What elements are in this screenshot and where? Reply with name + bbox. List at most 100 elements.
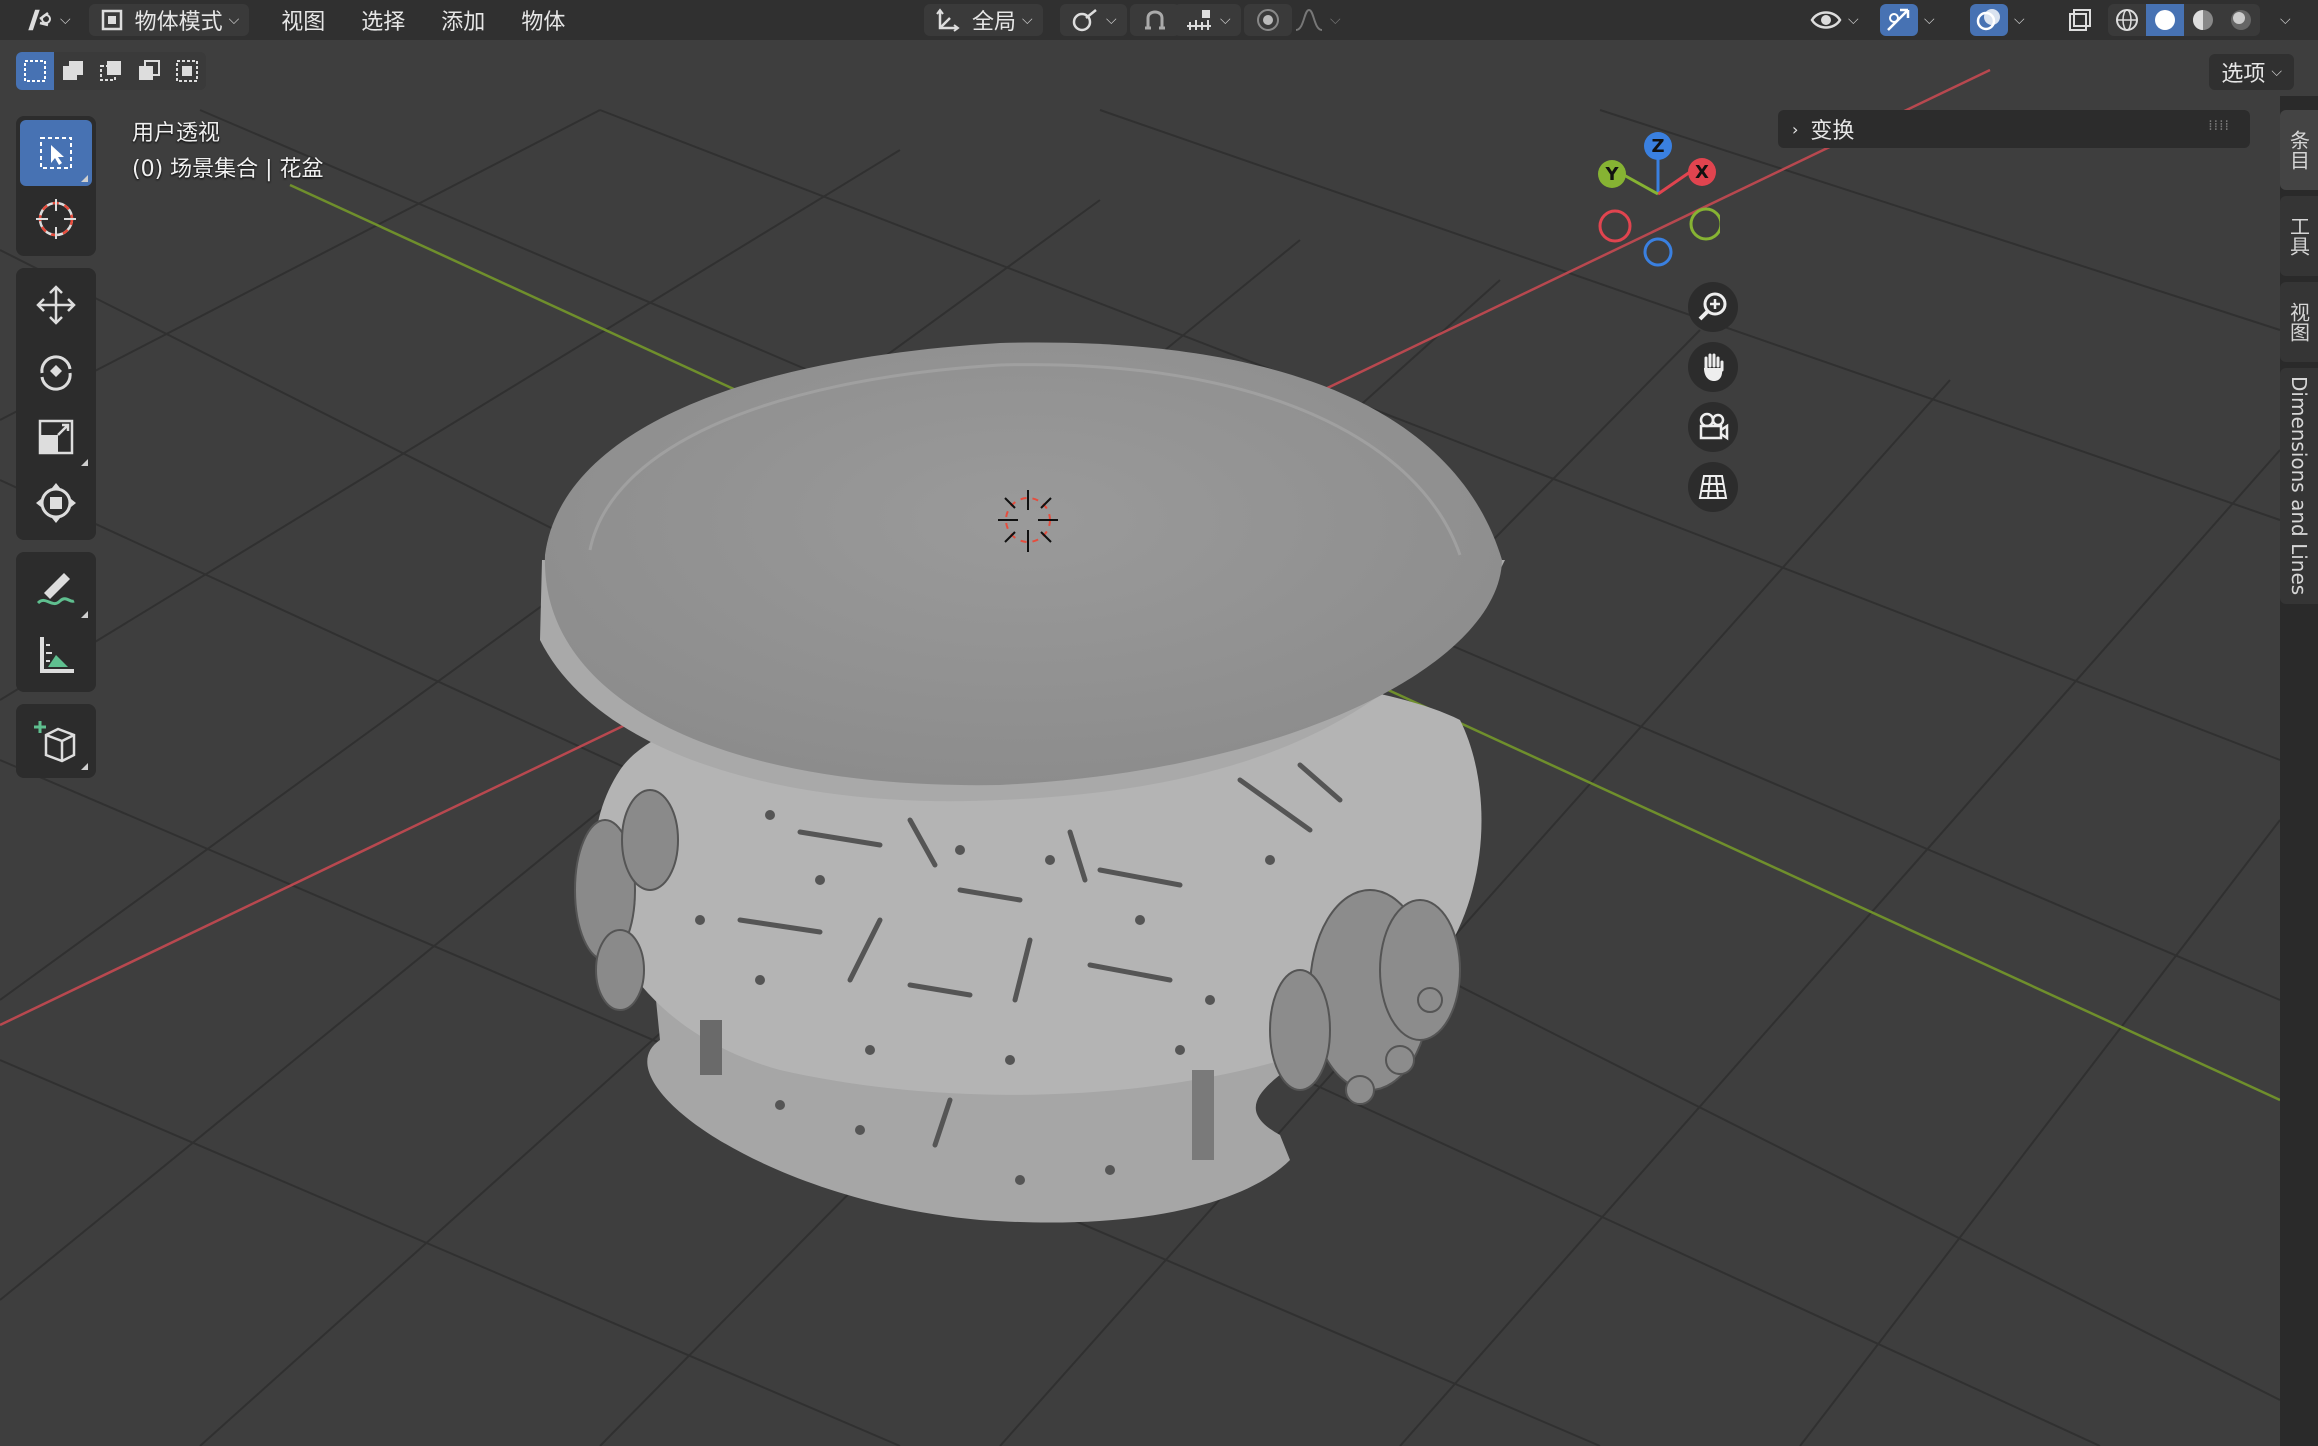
chevron-right-icon: › <box>1792 119 1799 139</box>
tool-measure[interactable] <box>20 622 92 688</box>
visibility-icon <box>1810 11 1842 29</box>
tool-cursor[interactable] <box>20 186 92 252</box>
collection-info: (0) 场景集合 | 花盆 <box>132 157 324 182</box>
tab-item-label: 条目 <box>2286 130 2311 170</box>
rendered-shading-button[interactable] <box>2222 4 2260 36</box>
tool-group-annotate <box>16 552 96 692</box>
3d-viewport[interactable]: ⌵ 物体模式 ⌵ 视图 选择 添加 物体 全局 ⌵ ⌵ ⌵ ⌵ ⌵ ⌵ ⌵ ⌵ … <box>0 0 2318 1446</box>
tab-tool-label: 工具 <box>2286 216 2311 256</box>
annotate-icon <box>36 573 75 606</box>
snap-target-dropdown[interactable]: ⌵ <box>1174 4 1241 36</box>
tool-select-box[interactable] <box>20 120 92 186</box>
hand-icon <box>1704 353 1724 381</box>
perspective-toggle-button[interactable] <box>1688 462 1738 512</box>
tool-transform[interactable] <box>20 470 92 536</box>
transform-orientation-icon <box>936 8 960 32</box>
menu-bar: 视图 选择 添加 物体 <box>263 4 583 36</box>
visibility-dropdown[interactable]: ⌵ <box>1800 4 1869 36</box>
transform-orientation-dropdown[interactable]: 全局 ⌵ <box>924 4 1043 36</box>
wireframe-shading-button[interactable] <box>2108 4 2146 36</box>
shading-options-dropdown[interactable]: ⌵ <box>2264 4 2301 36</box>
snap-increment-icon <box>1187 10 1211 30</box>
pivot-icon <box>1072 9 1097 32</box>
gizmo-neg-z-axis[interactable] <box>1643 237 1673 267</box>
chevron-down-icon: ⌵ <box>2014 12 2025 28</box>
tool-rotate[interactable] <box>20 338 92 404</box>
submenu-indicator <box>81 611 88 618</box>
gizmo-y-label: Y <box>1604 164 1619 185</box>
tab-view-label: 视图 <box>2286 302 2311 342</box>
mode-dropdown[interactable]: 物体模式 ⌵ <box>88 4 250 36</box>
drag-grip-icon[interactable]: ⁞⁞⁞⁞ <box>2208 118 2230 134</box>
gizmo-z-label: Z <box>1651 136 1664 157</box>
submenu-indicator <box>81 175 88 182</box>
overlay-toggle[interactable]: ⌵ <box>1960 4 2035 36</box>
camera-view-button[interactable] <box>1688 402 1738 452</box>
select-new-button[interactable] <box>16 52 54 90</box>
pan-button[interactable] <box>1688 342 1738 392</box>
tool-add-cube[interactable] <box>20 708 92 774</box>
gizmo-toggle[interactable]: ⌵ <box>1870 4 1945 36</box>
material-shading-icon <box>2193 10 2213 30</box>
menu-view[interactable]: 视图 <box>263 4 343 36</box>
add-cube-icon <box>34 721 76 763</box>
select-intersect-button[interactable] <box>168 52 206 90</box>
transform-panel-label: 变换 <box>1810 119 1855 144</box>
submenu-indicator <box>81 763 88 770</box>
options-dropdown[interactable]: 选项 ⌵ <box>2209 54 2294 90</box>
mode-label: 物体模式 <box>134 10 223 35</box>
navigation-gizmo[interactable]: Z X Y <box>1590 124 1720 274</box>
solid-shading-button[interactable] <box>2146 4 2184 36</box>
select-intersect-icon <box>176 60 198 82</box>
tab-item[interactable]: 条目 <box>2280 110 2318 190</box>
measure-icon <box>40 637 74 673</box>
sidebar-tabs: 条目 工具 视图 Dimensions and Lines <box>2280 96 2318 1446</box>
material-shading-button[interactable] <box>2184 4 2222 36</box>
xray-toggle[interactable] <box>2056 4 2104 36</box>
falloff-dropdown[interactable]: ⌵ <box>1284 4 1351 36</box>
tool-annotate[interactable] <box>20 556 92 622</box>
tool-settings-bar: 选项 ⌵ <box>0 48 2318 96</box>
select-box-icon <box>40 137 72 169</box>
tool-scale[interactable] <box>20 404 92 470</box>
header-bar: ⌵ 物体模式 ⌵ 视图 选择 添加 物体 全局 ⌵ ⌵ ⌵ ⌵ ⌵ ⌵ ⌵ ⌵ <box>0 0 2318 40</box>
chevron-down-icon: ⌵ <box>1220 12 1231 28</box>
transform-panel-header[interactable]: › 变换 ⁞⁞⁞⁞ <box>1778 110 2250 148</box>
menu-add[interactable]: 添加 <box>423 4 503 36</box>
zoom-button[interactable] <box>1688 282 1738 332</box>
select-extend-button[interactable] <box>54 52 92 90</box>
tab-tool[interactable]: 工具 <box>2280 196 2318 276</box>
selection-mode-group <box>16 52 206 90</box>
menu-select[interactable]: 选择 <box>343 4 423 36</box>
chevron-down-icon: ⌵ <box>2271 64 2282 80</box>
snap-toggle[interactable] <box>1130 4 1180 36</box>
select-invert-button[interactable] <box>130 52 168 90</box>
gizmo-x-label: X <box>1695 162 1709 183</box>
menu-object[interactable]: 物体 <box>503 4 583 36</box>
grid-perspective-icon <box>1698 475 1728 499</box>
tool-group-transform <box>16 268 96 540</box>
rendered-shading-icon <box>2231 10 2251 30</box>
tab-dimensions-and-lines[interactable]: Dimensions and Lines <box>2280 368 2318 604</box>
gizmo-neg-y-axis[interactable] <box>1689 207 1720 241</box>
view-name: 用户透视 <box>132 121 221 146</box>
orientation-label: 全局 <box>972 10 1017 35</box>
scene-render <box>0 0 2318 1446</box>
viewport-info: 用户透视 (0) 场景集合 | 花盆 <box>132 116 324 188</box>
xray-icon <box>2069 9 2091 31</box>
toolbar <box>16 116 96 790</box>
tool-move[interactable] <box>20 272 92 338</box>
chevron-down-icon: ⌵ <box>1924 12 1935 28</box>
cursor-icon <box>36 199 76 239</box>
tab-view[interactable]: 视图 <box>2280 282 2318 362</box>
tool-group-add <box>16 704 96 778</box>
tool-group-select <box>16 116 96 256</box>
pivot-point-dropdown[interactable]: ⌵ <box>1060 4 1127 36</box>
solid-shading-icon <box>2155 10 2175 30</box>
editor-type-button[interactable]: ⌵ <box>16 4 81 36</box>
options-label: 选项 <box>2221 62 2266 87</box>
snap-icon <box>1145 10 1165 30</box>
select-subtract-button[interactable] <box>92 52 130 90</box>
gizmo-neg-x-axis[interactable] <box>1598 209 1632 243</box>
chevron-down-icon: ⌵ <box>60 12 71 28</box>
